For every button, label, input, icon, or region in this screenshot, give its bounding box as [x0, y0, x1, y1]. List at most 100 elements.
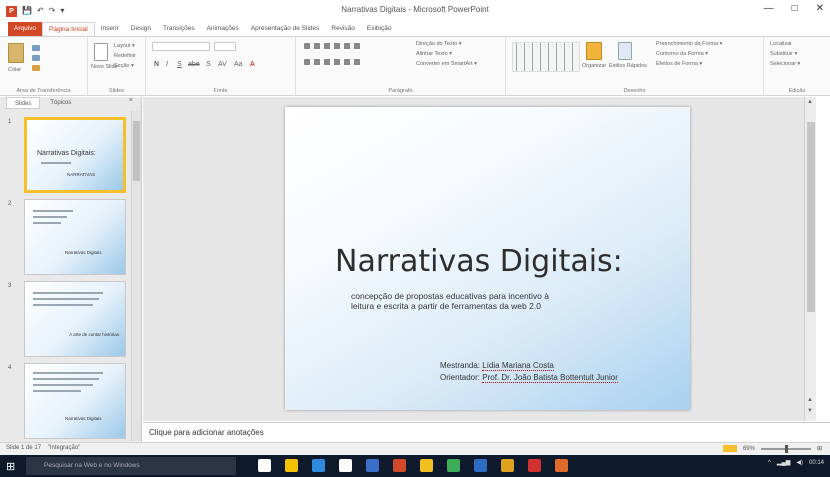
- taskbar-app-icon[interactable]: [393, 459, 406, 472]
- tab-transitions[interactable]: Transições: [157, 22, 201, 36]
- taskbar-app-icon[interactable]: [258, 459, 271, 472]
- quick-styles-button[interactable]: Estilos Rápidos: [609, 63, 647, 69]
- list-buttons-icon[interactable]: [304, 43, 364, 49]
- tab-slides[interactable]: Slides: [6, 97, 41, 109]
- tab-file[interactable]: Arquivo: [8, 22, 43, 36]
- taskbar-app-icon[interactable]: [501, 459, 514, 472]
- shape-outline-button[interactable]: Contorno da Forma ▾: [656, 51, 708, 57]
- close-pane-icon[interactable]: ×: [129, 97, 133, 104]
- clock[interactable]: 00:14: [809, 460, 824, 466]
- orientador-name: Prof. Dr. João Batista Bottentuit Junior: [482, 373, 618, 383]
- network-icon[interactable]: ▂▄▆: [777, 459, 790, 466]
- quick-styles-icon[interactable]: [618, 42, 632, 60]
- orientador-line[interactable]: Orientador: Prof. Dr. João Batista Botte…: [440, 373, 618, 383]
- underline-button[interactable]: S: [177, 61, 182, 68]
- strikethrough-button[interactable]: abe: [188, 61, 200, 68]
- font-color-button[interactable]: A: [250, 61, 255, 68]
- tab-home[interactable]: Página Inicial: [42, 22, 95, 36]
- mestranda-line[interactable]: Mestranda: Lídia Mariana Costa: [440, 361, 554, 371]
- zoom-slider[interactable]: [760, 444, 811, 453]
- thumbnail-text-line: [33, 378, 99, 380]
- window-controls: — □ ✕: [764, 3, 824, 14]
- editor-scroll-thumb[interactable]: [807, 122, 815, 312]
- find-button[interactable]: Localizar: [770, 41, 792, 47]
- format-painter-icon[interactable]: [32, 65, 40, 71]
- shape-fill-button[interactable]: Preenchimento da Forma ▾: [656, 41, 722, 47]
- arrange-icon[interactable]: [586, 42, 602, 60]
- normal-view-icon[interactable]: [722, 445, 737, 452]
- taskbar-app-icon[interactable]: [366, 459, 379, 472]
- paste-button[interactable]: Colar: [8, 67, 21, 73]
- pane-scroll-thumb[interactable]: [133, 121, 140, 181]
- notes-placeholder[interactable]: Clique para adicionar anotações: [149, 428, 264, 437]
- slide-thumbnail-1[interactable]: Narrativas Digitais: NARRATIVAS: [24, 117, 126, 193]
- zoom-slider-knob[interactable]: [784, 444, 788, 453]
- slide-thumbnail-3[interactable]: A arte de contar histórias: [24, 281, 126, 357]
- volume-icon[interactable]: ◀): [796, 459, 803, 466]
- font-name-combo[interactable]: [152, 42, 210, 51]
- slide-title[interactable]: Narrativas Digitais:: [335, 244, 623, 279]
- char-spacing-button[interactable]: AV: [218, 61, 227, 68]
- windows-start-icon[interactable]: ⊞: [6, 460, 15, 473]
- orientador-label: Orientador:: [440, 373, 481, 382]
- slide-canvas[interactable]: Narrativas Digitais: concepção de propos…: [285, 107, 690, 410]
- taskbar-app-icon[interactable]: [420, 459, 433, 472]
- previous-slide-icon[interactable]: ▲: [807, 397, 813, 403]
- new-slide-icon[interactable]: [94, 43, 108, 61]
- layout-button[interactable]: Layout ▾: [114, 43, 135, 49]
- section-button[interactable]: Seção ▾: [114, 63, 134, 69]
- taskbar-app-icon[interactable]: [555, 459, 568, 472]
- bold-button[interactable]: N: [154, 61, 159, 68]
- align-buttons-icon[interactable]: [304, 59, 364, 65]
- shadow-button[interactable]: S: [206, 61, 211, 68]
- italic-button[interactable]: I: [166, 61, 168, 68]
- paste-icon[interactable]: [8, 43, 24, 63]
- minimize-button[interactable]: —: [764, 3, 774, 14]
- slide-thumbnail-2[interactable]: Narrativas Digitais: [24, 199, 126, 275]
- thumbnail-text-line: [33, 384, 93, 386]
- align-text-button[interactable]: Alinhar Texto ▾: [416, 51, 452, 57]
- notes-pane[interactable]: Clique para adicionar anotações: [143, 422, 830, 442]
- slides-pane: Slides Tópicos × 1 Narrativas Digitais: …: [0, 97, 142, 442]
- tab-outline[interactable]: Tópicos: [42, 97, 79, 109]
- zoom-level[interactable]: 69%: [743, 446, 755, 452]
- next-slide-icon[interactable]: ▼: [807, 408, 813, 414]
- tab-slideshow[interactable]: Apresentação de Slides: [245, 22, 326, 36]
- select-button[interactable]: Selecionar ▾: [770, 61, 800, 67]
- tab-animations[interactable]: Animações: [201, 22, 245, 36]
- fit-window-icon[interactable]: ⊞: [817, 445, 822, 452]
- shapes-gallery[interactable]: [512, 42, 580, 72]
- copy-icon[interactable]: [32, 55, 40, 61]
- slide-subtitle[interactable]: concepção de propostas educativas para i…: [351, 291, 571, 311]
- tab-review[interactable]: Revisão: [325, 22, 360, 36]
- taskbar-search-input[interactable]: Pesquisar na Web e no Windows: [26, 457, 236, 475]
- cut-icon[interactable]: [32, 45, 40, 51]
- thumbnail-caption: Narrativas Digitais: [65, 416, 102, 421]
- tray-arrow-icon[interactable]: ^: [768, 460, 771, 466]
- reset-button[interactable]: Redefinir: [114, 53, 136, 59]
- scroll-up-icon[interactable]: ▲: [807, 99, 813, 105]
- close-button[interactable]: ✕: [816, 3, 824, 14]
- change-case-button[interactable]: Aa: [234, 61, 243, 68]
- thumbnail-text-line: [33, 298, 99, 300]
- tab-design[interactable]: Design: [125, 22, 157, 36]
- taskbar-app-icon[interactable]: [339, 459, 352, 472]
- taskbar-app-icon[interactable]: [312, 459, 325, 472]
- pane-scrollbar[interactable]: [131, 111, 141, 441]
- tab-insert[interactable]: Inserir: [95, 22, 125, 36]
- font-size-combo[interactable]: [214, 42, 236, 51]
- editor-scrollbar[interactable]: ▲ ▲ ▼: [804, 97, 816, 421]
- text-direction-button[interactable]: Direção do Texto ▾: [416, 41, 461, 47]
- tab-view[interactable]: Exibição: [361, 22, 398, 36]
- taskbar-app-icon[interactable]: [474, 459, 487, 472]
- replace-button[interactable]: Substituir ▾: [770, 51, 797, 57]
- maximize-button[interactable]: □: [792, 3, 798, 14]
- arrange-button[interactable]: Organizar: [582, 63, 606, 69]
- shape-effects-button[interactable]: Efeitos de Forma ▾: [656, 61, 702, 67]
- slide-thumbnail-4[interactable]: Narrativas Digitais: [24, 363, 126, 439]
- taskbar-app-icon[interactable]: [447, 459, 460, 472]
- slide-number: 1: [8, 119, 12, 125]
- taskbar-app-icon[interactable]: [528, 459, 541, 472]
- convert-smartart-button[interactable]: Converter em SmartArt ▾: [416, 61, 477, 67]
- taskbar-app-icon[interactable]: [285, 459, 298, 472]
